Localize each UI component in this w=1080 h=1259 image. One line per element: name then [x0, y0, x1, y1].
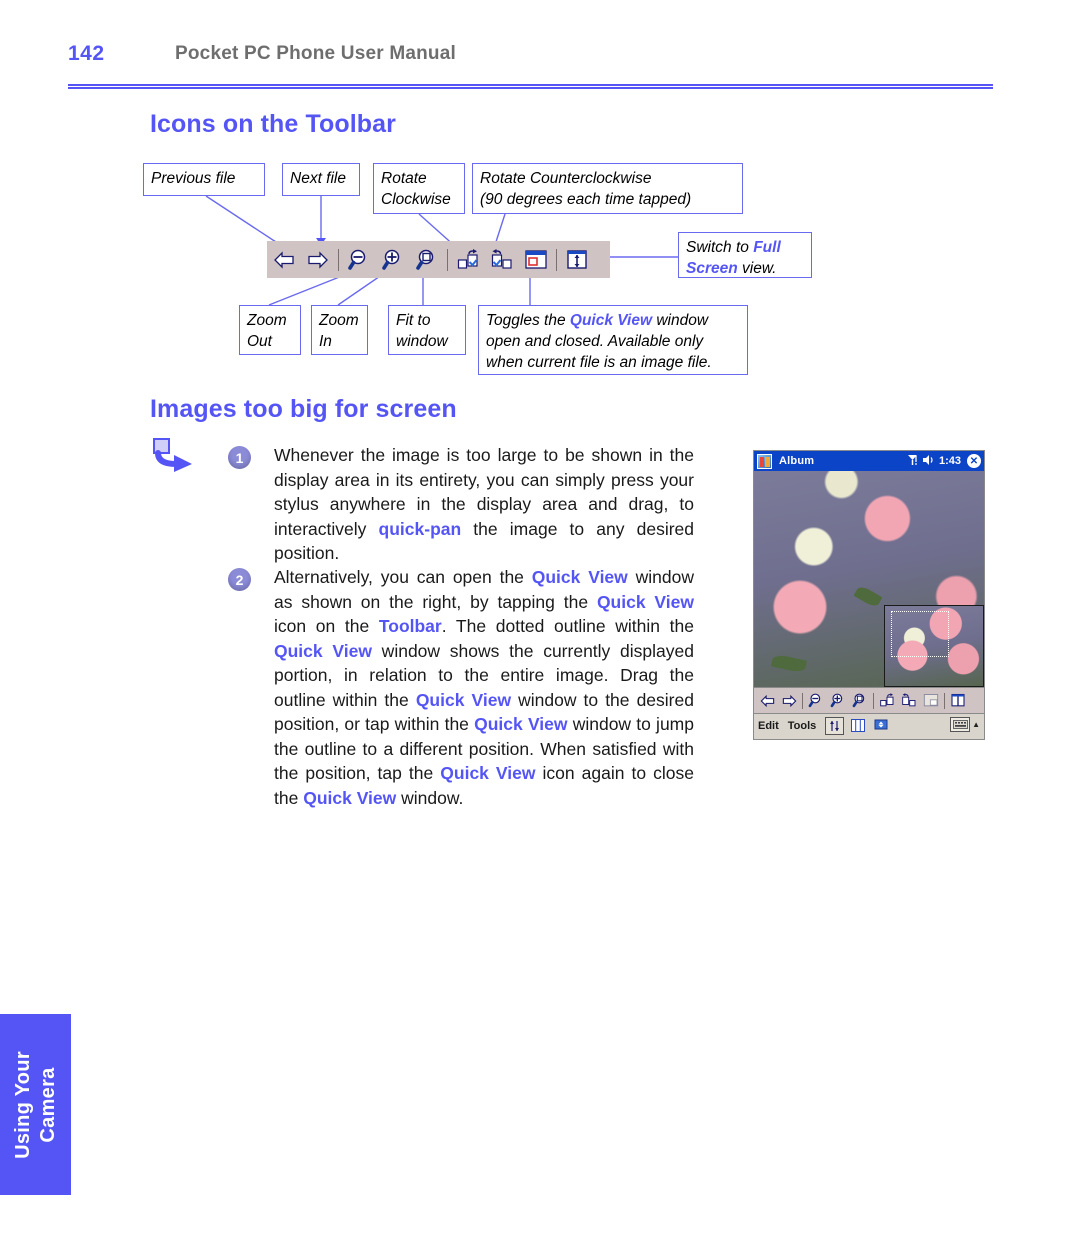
callout-full-screen: Switch to Full Screen view. — [678, 232, 812, 278]
callout-rotate-counterclockwise: Rotate Counterclockwise (90 degrees each… — [472, 163, 743, 214]
sort-icon[interactable] — [825, 716, 845, 735]
leaf-decoration — [853, 584, 883, 609]
previous-file-icon[interactable] — [757, 691, 777, 711]
slideshow-icon[interactable] — [871, 717, 890, 735]
rotate-clockwise-icon[interactable] — [453, 246, 483, 274]
quick-view-icon[interactable] — [921, 691, 941, 711]
side-tab-label: Using Your Camera — [11, 1051, 61, 1159]
side-tab-line-1: Using Your — [11, 1050, 34, 1159]
thumbnail-icon[interactable] — [848, 717, 867, 735]
side-tab-line-2: Camera — [36, 1066, 59, 1143]
callout-quick-view-emphasis: Quick View — [569, 312, 653, 329]
step-text: Whenever the image is too large to be sh… — [274, 445, 694, 563]
leaf-decoration — [771, 653, 808, 674]
rotate-counterclockwise-icon[interactable] — [487, 246, 517, 274]
callout-full-screen-prefix: Switch to — [686, 239, 754, 256]
pda-image-viewport[interactable] — [754, 471, 984, 687]
callout-quick-view-part1: Toggles the — [486, 312, 570, 329]
pda-app-title: Album — [779, 455, 815, 467]
toolbar-separator — [944, 692, 945, 709]
full-screen-icon[interactable] — [948, 691, 968, 711]
toolbar-separator — [447, 248, 448, 271]
quick-view-icon[interactable] — [521, 246, 551, 274]
speaker-icon[interactable] — [922, 454, 935, 469]
callout-quick-view-toggle: Toggles the Quick View window open and c… — [478, 305, 748, 375]
quick-view-viewport-outline[interactable] — [891, 611, 949, 657]
pda-status-area: 1:43 ✕ — [907, 451, 981, 471]
toolbar-separator — [556, 248, 557, 271]
signal-icon[interactable] — [907, 454, 918, 469]
quick-view-window[interactable] — [884, 605, 984, 687]
toolbar-separator — [873, 692, 874, 709]
fit-to-window-icon[interactable] — [412, 246, 442, 274]
input-panel-area: ▲ — [950, 717, 980, 732]
next-file-icon[interactable] — [303, 246, 333, 274]
previous-file-icon[interactable] — [269, 246, 299, 274]
next-file-icon[interactable] — [779, 691, 799, 711]
zoom-in-icon[interactable] — [378, 246, 408, 274]
pda-titlebar: Album 1:43 ✕ — [754, 451, 984, 471]
side-tab-using-your-camera: Using Your Camera — [0, 1014, 71, 1195]
close-icon[interactable]: ✕ — [967, 454, 981, 468]
menu-item-edit[interactable]: Edit — [758, 720, 779, 732]
callout-zoom-out: Zoom Out — [239, 305, 301, 355]
fit-to-window-icon[interactable] — [850, 691, 870, 711]
step-number-badge: 1 — [228, 446, 251, 469]
menu-item-tools[interactable]: Tools — [788, 720, 817, 732]
step-number-badge: 2 — [228, 568, 251, 591]
callout-previous-file: Previous file — [143, 163, 265, 196]
full-screen-icon[interactable] — [562, 246, 592, 274]
pda-toolbar — [754, 687, 984, 713]
pda-clock: 1:43 — [938, 455, 961, 467]
zoom-out-icon[interactable] — [344, 246, 374, 274]
rotate-clockwise-icon[interactable] — [877, 691, 897, 711]
pda-screenshot: Album 1:43 ✕ Edit Tools ▲ — [753, 450, 985, 740]
rotate-counterclockwise-icon[interactable] — [899, 691, 919, 711]
curved-arrow-icon — [152, 437, 198, 475]
callout-fit-to-window: Fit to window — [388, 305, 466, 355]
callout-rotate-clockwise: Rotate Clockwise — [373, 163, 465, 214]
zoom-out-icon[interactable] — [806, 691, 826, 711]
pda-menubar: Edit Tools ▲ — [754, 713, 984, 737]
step-item-2: 2 Alternatively, you can open the Quick … — [228, 565, 694, 810]
step-text: Alternatively, you can open the Quick Vi… — [274, 567, 694, 808]
step-item-1: 1 Whenever the image is too large to be … — [228, 443, 694, 566]
toolbar-separator — [338, 248, 339, 271]
keyboard-icon[interactable] — [950, 717, 971, 732]
callout-zoom-in: Zoom In — [311, 305, 368, 355]
zoom-in-icon[interactable] — [828, 691, 848, 711]
callout-next-file: Next file — [282, 163, 360, 196]
toolbar-separator — [802, 692, 803, 709]
input-panel-chevron[interactable]: ▲ — [972, 720, 980, 729]
toolbar-illustration — [267, 241, 610, 278]
callout-full-screen-suffix: view. — [737, 260, 777, 277]
start-menu-icon[interactable] — [757, 453, 772, 469]
